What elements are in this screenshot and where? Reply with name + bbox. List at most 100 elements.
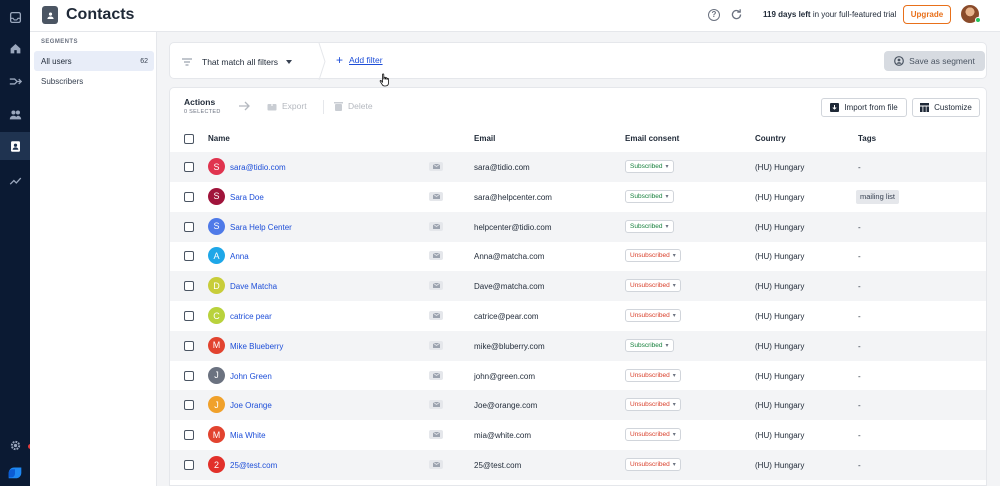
contact-name-link[interactable]: Mia White	[230, 431, 266, 440]
email-consent-dropdown[interactable]: Unsubscribed ▾	[625, 458, 681, 471]
upgrade-button[interactable]: Upgrade	[903, 5, 951, 24]
contact-name-link[interactable]: 25@test.com	[230, 461, 277, 470]
row-checkbox[interactable]	[184, 191, 194, 202]
contact-name-link[interactable]: John Green	[230, 372, 272, 381]
email-consent-dropdown[interactable]: Subscribed ▾	[625, 160, 674, 173]
table-row[interactable]: D Dave Matcha Dave@matcha.com Unsubscribed ▾…	[170, 271, 986, 302]
contact-country: (HU) Hungary	[755, 371, 805, 381]
columns-icon	[920, 103, 930, 112]
row-checkbox[interactable]	[184, 251, 194, 262]
row-checkbox[interactable]	[184, 221, 194, 232]
email-consent-dropdown[interactable]: Unsubscribed ▾	[625, 368, 681, 382]
segment-all-users[interactable]: All users 62	[34, 51, 154, 71]
email-consent-dropdown[interactable]: Subscribed ▾	[625, 219, 674, 233]
delete-label: Delete	[348, 101, 373, 111]
row-checkbox[interactable]	[184, 162, 194, 172]
contact-avatar: J	[208, 396, 225, 414]
table-row[interactable]: 2 25@test.com 25@test.com Unsubscribed ▾ (HU)…	[170, 450, 986, 480]
table-row[interactable]: A Anna Anna@matcha.com Unsubscribed ▾ (HU) Hu…	[170, 241, 986, 271]
email-icon	[429, 162, 443, 171]
refresh-icon[interactable]	[730, 8, 743, 21]
contact-country: (HU) Hungary	[755, 431, 805, 441]
header-name: Name	[208, 134, 230, 143]
email-consent-dropdown[interactable]: Subscribed ▾	[625, 338, 674, 352]
table-row[interactable]: Ccatrice pear catrice@pear.com Unsubscribe…	[170, 301, 986, 331]
contact-email: Dave@matcha.com	[474, 282, 545, 292]
settings-icon[interactable]	[7, 437, 23, 453]
contact-name-link[interactable]: Dave Matcha	[230, 282, 277, 291]
email-consent-dropdown[interactable]: Unsubscribed ▾	[625, 398, 681, 412]
export-label: Export	[282, 101, 307, 111]
filter-match-dropdown[interactable]: That match all filters	[170, 43, 320, 80]
tidio-logo-icon[interactable]	[5, 462, 25, 482]
add-filter-button[interactable]: + Add filter	[336, 54, 383, 66]
row-checkbox[interactable]	[184, 430, 194, 441]
consent-status: Subscribed	[630, 341, 663, 349]
help-icon[interactable]: ?	[708, 9, 720, 21]
segment-subscribers[interactable]: Subscribers	[34, 71, 154, 91]
row-checkbox[interactable]	[184, 311, 194, 321]
contact-country: (HU) Hungary	[755, 252, 805, 262]
contact-name-link[interactable]: Sara Help Center	[230, 223, 292, 232]
trial-status: 119 days left in your full-featured tria…	[763, 10, 896, 19]
import-from-file-button[interactable]: Import from file	[821, 98, 907, 117]
row-checkbox[interactable]	[184, 281, 194, 292]
contact-name-link[interactable]: Anna	[230, 252, 249, 261]
table-row[interactable]: S Sara Doe sara@helpcenter.com Subscribed ▾ (…	[170, 182, 986, 212]
row-checkbox[interactable]	[184, 400, 194, 411]
home-icon[interactable]	[7, 40, 23, 56]
contact-avatar: M	[208, 426, 225, 444]
caret-down-icon: ▾	[665, 223, 669, 230]
segment-label: All users	[41, 56, 72, 66]
email-consent-dropdown[interactable]: Subscribed ▾	[625, 189, 674, 203]
visitors-icon[interactable]	[7, 106, 23, 122]
analytics-icon[interactable]	[7, 172, 23, 188]
customize-button[interactable]: Customize	[912, 98, 980, 117]
table-row[interactable]: S Sara Help Center helpcenter@tidio.com Sub…	[170, 211, 986, 242]
row-checkbox[interactable]	[184, 370, 194, 381]
email-consent-dropdown[interactable]: Unsubscribed ▾	[625, 428, 681, 442]
contact-name-link[interactable]: Sara Doe	[230, 193, 264, 202]
table-row[interactable]: J Joe Orange Joe@orange.com Unsubscribed ▾ (H…	[170, 390, 986, 421]
caret-down-icon: ▾	[672, 253, 676, 260]
flows-icon[interactable]	[7, 73, 23, 89]
tag-chip[interactable]: mailing list	[856, 189, 900, 204]
save-as-segment-button[interactable]: Save as segment	[884, 51, 985, 71]
header-tags: Tags	[858, 134, 877, 143]
contact-tags: -	[858, 341, 861, 351]
contact-name-link[interactable]: catrice pear	[230, 312, 272, 321]
table-row[interactable]: J John Green john@green.com Unsubscribed ▾ (H…	[170, 361, 986, 391]
inbox-icon[interactable]	[7, 9, 23, 25]
consent-status: Unsubscribed	[630, 461, 670, 468]
delete-button[interactable]: Delete	[334, 101, 373, 111]
segments-panel: SEGMENTS All users 62 Subscribers	[30, 32, 157, 486]
contact-avatar: S	[208, 217, 225, 235]
contact-email: john@green.com	[474, 371, 536, 381]
contact-name-link[interactable]: Mike Blueberry	[230, 342, 283, 351]
contacts-icon[interactable]	[0, 132, 30, 160]
contact-tags: -	[858, 312, 861, 321]
contact-country: (HU) Hungary	[755, 222, 805, 232]
contact-name-link[interactable]: sara@tidio.com	[230, 163, 286, 172]
caret-down-icon: ▾	[665, 342, 669, 349]
email-icon	[429, 340, 443, 350]
contact-name-link[interactable]: Joe Orange	[230, 401, 272, 410]
export-button[interactable]: Export	[267, 101, 307, 111]
select-all-checkbox[interactable]	[184, 134, 194, 144]
table-row[interactable]: M Mia White mia@white.com Unsubscribed ▾ (HU)…	[170, 420, 986, 450]
email-icon	[429, 251, 443, 261]
consent-status: Unsubscribed	[630, 252, 670, 260]
export-icon	[267, 101, 277, 111]
table-row[interactable]: M Mike Blueberry mike@bluberry.com Subscrib…	[170, 330, 986, 361]
contacts-table-card: Actions 0 SELECTED Export Delete Import …	[169, 87, 987, 486]
table-row[interactable]: Ssara@tidio.com sara@tidio.com Subscribed ▾…	[170, 152, 986, 182]
row-checkbox[interactable]	[184, 340, 194, 351]
contact-tags: -	[858, 282, 861, 292]
contact-email: Anna@matcha.com	[474, 252, 545, 262]
contact-tags: -	[858, 222, 861, 232]
row-checkbox[interactable]	[184, 460, 194, 470]
contact-avatar: M	[208, 336, 225, 354]
email-consent-dropdown[interactable]: Unsubscribed ▾	[625, 309, 681, 322]
email-consent-dropdown[interactable]: Unsubscribed ▾	[625, 279, 681, 293]
email-consent-dropdown[interactable]: Unsubscribed ▾	[625, 249, 681, 263]
